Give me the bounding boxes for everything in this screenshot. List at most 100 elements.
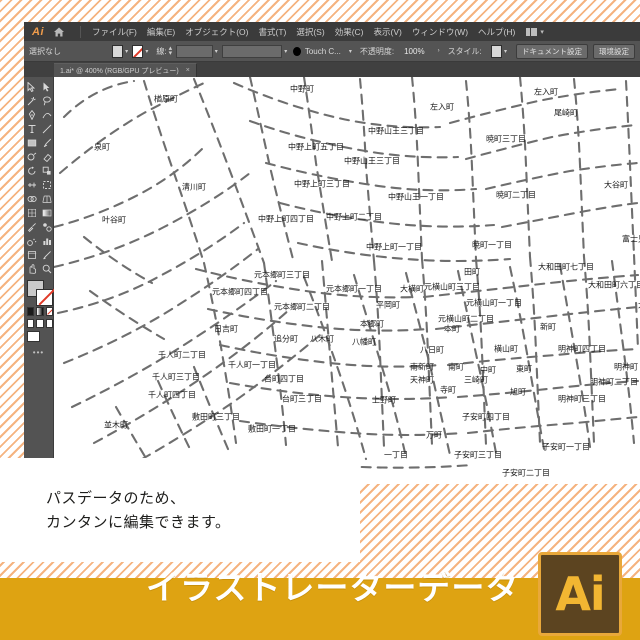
opacity-value[interactable]: 100%: [404, 47, 424, 56]
menu-object[interactable]: オブジェクト(O): [180, 26, 253, 38]
map-label[interactable]: 中野上町一丁目: [366, 242, 422, 253]
map-label[interactable]: 一丁目: [384, 450, 408, 461]
map-label[interactable]: 東町: [516, 364, 532, 375]
map-label[interactable]: 寺町: [440, 385, 456, 396]
map-label[interactable]: 台町四丁目: [264, 374, 304, 385]
opacity-more-icon[interactable]: ›: [438, 48, 440, 54]
map-label[interactable]: 元本郷町四丁目: [212, 287, 268, 298]
map-label[interactable]: 大和田町七丁目: [538, 262, 594, 273]
map-label[interactable]: 旭町: [510, 387, 526, 398]
map-label[interactable]: 本郷町: [360, 319, 384, 330]
map-label[interactable]: 中野上町四丁目: [258, 214, 314, 225]
menu-help[interactable]: ヘルプ(H): [473, 26, 520, 38]
width-tool[interactable]: [24, 178, 39, 192]
map-label[interactable]: 八幡町: [352, 337, 376, 348]
document-setup-button[interactable]: ドキュメント設定: [516, 43, 589, 59]
map-label[interactable]: 明神町: [614, 362, 638, 373]
map-label[interactable]: 子安町二丁目: [502, 468, 550, 479]
map-label[interactable]: 万町: [426, 430, 442, 441]
map-label[interactable]: 本町: [444, 324, 460, 335]
perspective-grid-tool[interactable]: [39, 192, 54, 206]
map-label[interactable]: 元本郷町三丁目: [254, 270, 310, 281]
stroke-color-box[interactable]: [36, 289, 53, 306]
map-label[interactable]: 平岡町: [376, 300, 400, 311]
map-label[interactable]: 三崎町: [464, 375, 488, 386]
menu-edit[interactable]: 編集(E): [142, 26, 180, 38]
map-label[interactable]: 叶谷町: [102, 215, 126, 226]
map-label[interactable]: 大和田町六丁目: [588, 280, 640, 291]
free-transform-tool[interactable]: [39, 178, 54, 192]
brush-chevron-down-icon[interactable]: ▾: [349, 48, 352, 55]
map-label[interactable]: 田町: [464, 267, 480, 278]
stroke-weight-stepper[interactable]: ▴ ▾: [169, 45, 174, 57]
map-label[interactable]: 清川町: [182, 182, 206, 193]
map-label[interactable]: 台町三丁目: [282, 394, 322, 405]
map-label[interactable]: 追分町: [274, 334, 298, 345]
stroke-weight-input[interactable]: [175, 44, 213, 58]
map-label[interactable]: 明神町三丁目: [558, 394, 606, 405]
map-label[interactable]: 中野山王三丁目: [368, 126, 424, 137]
screen-mode-icon[interactable]: [27, 331, 40, 342]
scale-tool[interactable]: [39, 164, 54, 178]
map-label[interactable]: 横山町: [494, 344, 518, 355]
map-label[interactable]: 暁町三丁目: [486, 134, 526, 145]
map-label[interactable]: 明神町四丁目: [558, 344, 606, 355]
map-label[interactable]: 楢原町: [154, 94, 178, 105]
map-canvas[interactable]: 中野町 楢原町 左入町 左入町 尾崎町 中野山王三丁目 暁町三丁目 中野上町五丁目 泉町 中野山王…: [54, 77, 640, 484]
map-label[interactable]: 日吉町: [214, 324, 238, 335]
column-graph-tool[interactable]: [39, 234, 54, 248]
map-label[interactable]: 暁町一丁目: [472, 240, 512, 251]
close-icon[interactable]: ×: [186, 67, 190, 74]
zoom-tool[interactable]: [39, 262, 54, 276]
gradient-mode-icon[interactable]: [36, 307, 44, 316]
map-label[interactable]: 中野上町二丁目: [326, 212, 382, 223]
mesh-tool[interactable]: [24, 206, 39, 220]
menu-file[interactable]: ファイル(F): [87, 26, 142, 38]
map-label[interactable]: 八日町: [420, 345, 444, 356]
none-mode-icon[interactable]: [45, 307, 53, 316]
map-label[interactable]: 明神町二丁目: [590, 377, 638, 388]
map-label[interactable]: 千人町二丁目: [158, 350, 206, 361]
pen-tool[interactable]: [24, 108, 39, 122]
map-label[interactable]: 左入町: [430, 102, 454, 113]
hand-tool[interactable]: [24, 262, 39, 276]
map-label[interactable]: 南町: [448, 362, 464, 373]
color-mode-icon[interactable]: [27, 307, 35, 316]
profile-chevron-down-icon[interactable]: ▾: [284, 48, 287, 55]
map-label[interactable]: 並木町: [104, 420, 128, 431]
arrange-documents-icon[interactable]: [526, 27, 538, 36]
map-label[interactable]: 大谷町: [604, 180, 628, 191]
draw-inside-icon[interactable]: [45, 319, 53, 328]
map-label[interactable]: 新町: [540, 322, 556, 333]
map-label[interactable]: 八木町: [310, 334, 334, 345]
shape-builder-tool[interactable]: [24, 192, 39, 206]
eraser-tool[interactable]: [39, 150, 54, 164]
map-label[interactable]: 元横山町三丁目: [424, 282, 480, 293]
map-label[interactable]: 南新町: [410, 362, 434, 373]
artboard-tool[interactable]: [24, 248, 39, 262]
more-tools-button[interactable]: •••: [24, 348, 53, 357]
document-tab[interactable]: 1.ai* @ 400% (RGB/GPU プレビュー) ×: [54, 63, 197, 77]
map-label[interactable]: 泉町: [94, 142, 110, 153]
fill-chevron-down-icon[interactable]: ▾: [125, 48, 128, 55]
direct-selection-tool[interactable]: [39, 80, 54, 94]
type-tool[interactable]: [24, 122, 39, 136]
map-label[interactable]: 元横山町一丁目: [466, 298, 522, 309]
curvature-tool[interactable]: [39, 108, 54, 122]
map-label[interactable]: 子安町三丁目: [454, 450, 502, 461]
shaper-tool[interactable]: [24, 150, 39, 164]
map-label[interactable]: 暁町二丁目: [496, 190, 536, 201]
draw-normal-icon[interactable]: [27, 319, 35, 328]
map-label[interactable]: 上野町: [372, 395, 396, 406]
rotate-tool[interactable]: [24, 164, 39, 178]
map-label[interactable]: 中野町: [290, 84, 314, 95]
blend-tool[interactable]: [39, 220, 54, 234]
map-label[interactable]: 千人町三丁目: [152, 372, 200, 383]
style-chevron-down-icon[interactable]: ▾: [504, 48, 507, 55]
menu-window[interactable]: ウィンドウ(W): [407, 26, 473, 38]
map-label[interactable]: 大横町: [400, 284, 424, 295]
rectangle-tool[interactable]: [24, 136, 39, 150]
fill-swatch[interactable]: [111, 44, 124, 58]
map-label[interactable]: 敷田町一丁目: [248, 424, 296, 435]
paintbrush-tool[interactable]: [39, 136, 54, 150]
